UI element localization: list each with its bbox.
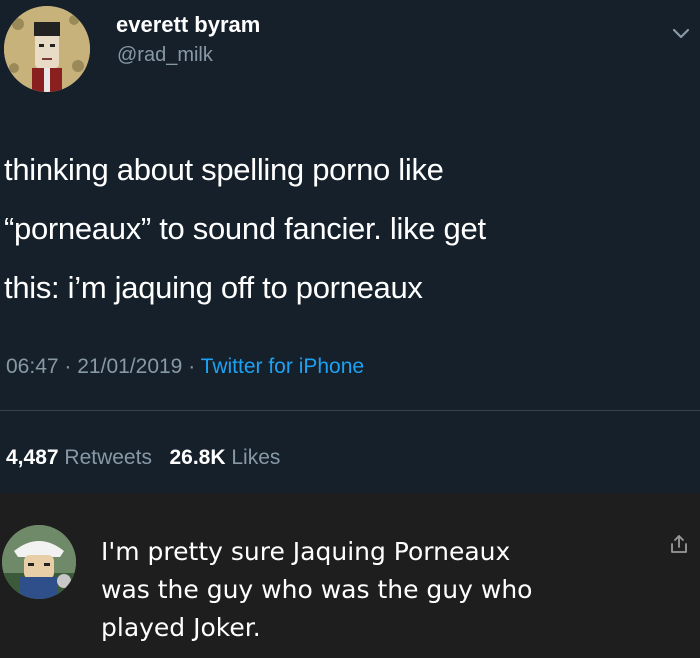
user-handle[interactable]: @rad_milk (117, 44, 213, 67)
retweets-label[interactable]: Retweets (64, 446, 152, 469)
tweet-card: everett byram @rad_milk thinking about s… (0, 0, 700, 492)
tweet-text-line: “porneaux” to sound fancier. like get (4, 211, 486, 246)
reply-text-line: played Joker. (101, 613, 261, 642)
reply-avatar-image (2, 525, 76, 599)
likes-label[interactable]: Likes (231, 446, 280, 469)
divider (0, 410, 700, 411)
tweet-stats: 4,487 Retweets 26.8K Likes (6, 446, 280, 470)
tweet-text: thinking about spelling porno like “porn… (4, 140, 694, 317)
reply-text-line: was the guy who was the guy who (101, 575, 533, 604)
retweets-count[interactable]: 4,487 (6, 446, 59, 469)
tweet-date: 21/01/2019 (77, 355, 183, 378)
share-icon[interactable] (668, 533, 690, 555)
tweet-time: 06:47 (6, 355, 59, 378)
reply-comment: I'm pretty sure Jaquing Porneaux was the… (0, 493, 700, 658)
tweet-text-line: thinking about spelling porno like (4, 152, 444, 187)
display-name[interactable]: everett byram (116, 12, 260, 38)
meta-separator: · (188, 355, 196, 378)
meta-separator: · (64, 355, 72, 378)
avatar-image (4, 6, 90, 92)
tweet-meta: 06:47 · 21/01/2019 · Twitter for iPhone (6, 355, 364, 379)
avatar[interactable] (4, 6, 90, 92)
chevron-down-icon[interactable] (670, 22, 692, 44)
reply-text-line: I'm pretty sure Jaquing Porneaux (101, 537, 511, 566)
likes-count[interactable]: 26.8K (169, 446, 225, 469)
reply-avatar[interactable] (2, 525, 76, 599)
tweet-text-line: this: i’m jaquing off to porneaux (4, 270, 423, 305)
reply-text: I'm pretty sure Jaquing Porneaux was the… (101, 533, 641, 647)
tweet-source-link[interactable]: Twitter for iPhone (201, 355, 364, 378)
